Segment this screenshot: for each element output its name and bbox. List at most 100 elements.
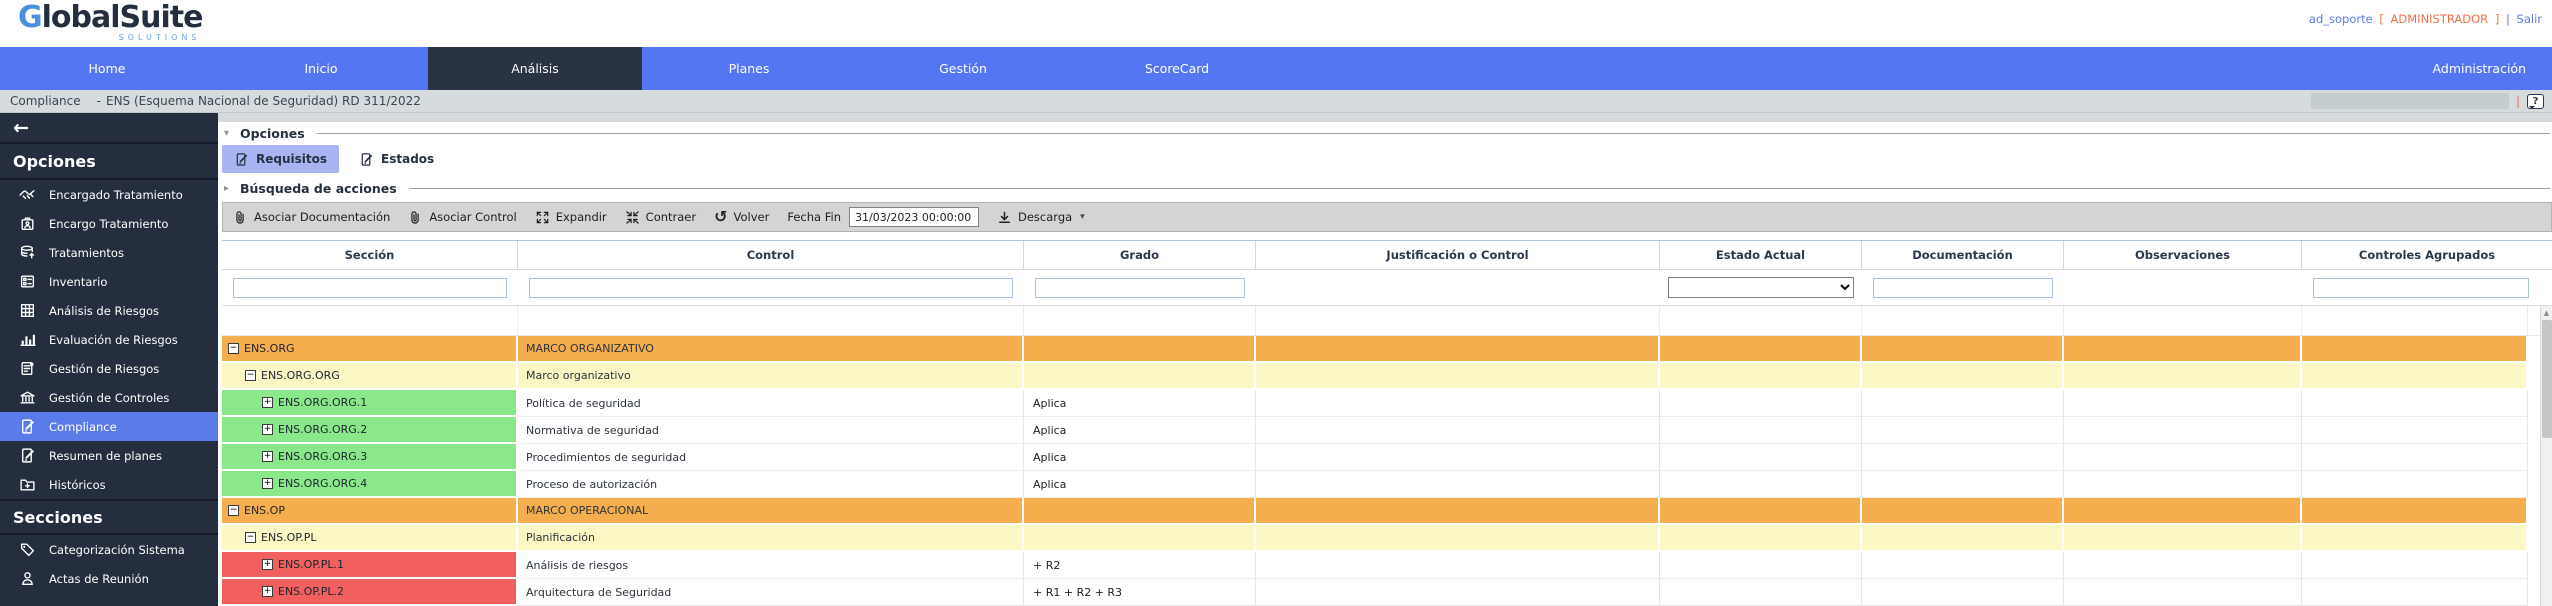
scroll-up-icon[interactable]: ▲: [2541, 306, 2552, 319]
sidebar-item-tratamientos[interactable]: Tratamientos: [0, 238, 218, 267]
expand-row-icon[interactable]: +: [262, 586, 273, 597]
collapse-row-icon[interactable]: −: [245, 532, 256, 543]
sidebar-item-analisis-de-riesgos[interactable]: Análisis de Riesgos: [0, 296, 218, 325]
scrollbar-thumb[interactable]: [2542, 320, 2552, 438]
descarga-button[interactable]: Descarga ▾: [997, 210, 1085, 225]
help-icon[interactable]: ?: [2527, 93, 2544, 109]
expand-row-icon[interactable]: +: [262, 451, 273, 462]
grado-cell: Aplica: [1024, 417, 1256, 444]
sidebar-collapse-button[interactable]: ←: [0, 113, 218, 144]
seccion-cell: + ENS.ORG.ORG.1: [222, 390, 518, 417]
sidebar-item-gestion-de-controles[interactable]: Gestión de Controles: [0, 383, 218, 412]
doc-pencil-icon: [19, 418, 36, 435]
empty-cell: [1256, 306, 1660, 335]
collapse-row-icon[interactable]: −: [228, 505, 239, 516]
nav-item-inicio[interactable]: Inicio: [214, 47, 428, 90]
undo-icon: ↺: [714, 207, 728, 226]
doc-pencil-icon: [359, 152, 374, 167]
asociar-control-button[interactable]: Asociar Control: [408, 210, 517, 225]
sidebar-item-label: Gestión de Riesgos: [49, 361, 160, 376]
cell: [1256, 525, 1660, 552]
tab-estados[interactable]: Estados: [347, 145, 446, 173]
cell: [2064, 417, 2302, 444]
seccion-filter-input[interactable]: [233, 277, 507, 298]
control-cell: Análisis de riesgos: [518, 552, 1024, 579]
logo-rest: lobalSuite: [41, 0, 204, 35]
control-cell: Proceso de autorización: [518, 471, 1024, 498]
cell: [1660, 525, 1862, 552]
cell: [2064, 525, 2302, 552]
expand-row-icon[interactable]: +: [262, 424, 273, 435]
seccion-cell: + ENS.ORG.ORG.2: [222, 417, 518, 444]
volver-button[interactable]: ↺ Volver: [714, 209, 769, 225]
expand-row-icon[interactable]: +: [262, 397, 273, 408]
column-header-controles-agrupados: Controles Agrupados: [2358, 248, 2496, 262]
sidebar-item-actas-de-reunion[interactable]: Actas de Reunión: [0, 564, 218, 593]
sidebar-item-categorizacion-sistema[interactable]: Categorización Sistema: [0, 535, 218, 564]
globalsuite-logo: GlobalSuite SOLUTIONS: [18, 0, 204, 42]
download-icon: [997, 210, 1012, 225]
table-row: + ENS.ORG.ORG.4 Proceso de autorización Apl…: [222, 471, 2540, 498]
search-panel-label: Búsqueda de acciones: [240, 180, 397, 196]
sidebar-item-historicos[interactable]: Históricos: [0, 470, 218, 499]
grid-icon: [19, 302, 36, 319]
nav-item-administracion[interactable]: Administración: [2407, 47, 2552, 90]
documentacion-filter-input[interactable]: [1873, 277, 2053, 298]
expandir-button[interactable]: Expandir: [535, 210, 607, 225]
sidebar-item-compliance[interactable]: Compliance: [0, 412, 218, 441]
contract-icon: [625, 210, 640, 225]
sidebar-item-inventario[interactable]: Inventario: [0, 267, 218, 296]
vertical-scrollbar[interactable]: ▲: [2540, 306, 2552, 606]
collapse-row-icon[interactable]: −: [228, 343, 239, 354]
cell: [2064, 363, 2302, 390]
toolbar-button-label: Contraer: [645, 210, 697, 224]
sidebar-item-encargado-tratamiento[interactable]: Encargado Tratamiento: [0, 180, 218, 209]
cell: [2064, 498, 2302, 525]
grado-cell: + R1 + R2 + R3: [1024, 579, 1256, 606]
control-label: MARCO ORGANIZATIVO: [526, 342, 654, 355]
contraer-button[interactable]: Contraer: [625, 210, 696, 225]
options-panel-label: Opciones: [240, 125, 305, 141]
fecha-fin-input[interactable]: [849, 207, 979, 227]
sidebar: ← Opciones Encargado Tratamiento Encargo T…: [0, 113, 218, 606]
nav-item-planes[interactable]: Planes: [642, 47, 856, 90]
table-row: + ENS.OP.PL.2 Arquitectura de Seguridad + R…: [222, 579, 2540, 606]
cell: [1660, 579, 1862, 606]
tab-requisitos[interactable]: Requisitos: [222, 145, 340, 173]
estado-actual-filter-select[interactable]: [1668, 277, 1854, 298]
table-row: + ENS.ORG.ORG.2 Normativa de seguridad Apli…: [222, 417, 2540, 444]
sidebar-item-resumen-de-planes[interactable]: Resumen de planes: [0, 441, 218, 470]
sidebar-item-gestion-de-riesgos[interactable]: Gestión de Riesgos: [0, 354, 218, 383]
options-panel-header[interactable]: ▾ Opciones: [222, 122, 2552, 144]
asociar-documentacion-button[interactable]: Asociar Documentación: [233, 210, 390, 225]
expand-row-icon[interactable]: +: [262, 559, 273, 570]
breadcrumb-separator: -: [96, 94, 101, 108]
search-panel-header[interactable]: ▸ Búsqueda de acciones: [222, 178, 2552, 198]
filter-cell-justificacion-o-control: [1256, 270, 1660, 305]
expand-row-icon[interactable]: +: [262, 478, 273, 489]
seccion-cell: − ENS.OP.PL: [222, 525, 518, 552]
column-header-control: Control: [518, 241, 1024, 269]
sidebar-item-evaluacion-de-riesgos[interactable]: Evaluación de Riesgos: [0, 325, 218, 354]
nav-item-gestion[interactable]: Gestión: [856, 47, 1070, 90]
logout-link[interactable]: Salir: [2517, 12, 2542, 26]
control-cell: MARCO OPERACIONAL: [518, 498, 1024, 525]
sidebar-item-label: Encargado Tratamiento: [49, 187, 183, 202]
sidebar-item-label: Gestión de Controles: [49, 390, 170, 405]
sidebar-item-encargo-tratamiento[interactable]: Encargo Tratamiento: [0, 209, 218, 238]
control-cell: Arquitectura de Seguridad: [518, 579, 1024, 606]
empty-cell: [1024, 306, 1256, 335]
control-filter-input[interactable]: [529, 277, 1013, 298]
nav-item-analisis[interactable]: Análisis: [428, 47, 642, 90]
empty-cell: [518, 306, 1024, 335]
control-label: Procedimientos de seguridad: [526, 450, 687, 464]
seccion-cell: − ENS.ORG: [222, 336, 518, 363]
grado-filter-input[interactable]: [1035, 277, 1245, 298]
username: ad_soporte: [2308, 12, 2373, 26]
controles-agrupados-filter-input[interactable]: [2313, 277, 2529, 298]
nav-item-scorecard[interactable]: ScoreCard: [1070, 47, 1284, 90]
collapse-row-icon[interactable]: −: [245, 370, 256, 381]
user-bar: ad_soporte [ ADMINISTRADOR ] | Salir: [2306, 12, 2542, 26]
nav-item-home[interactable]: Home: [0, 47, 214, 90]
control-label: Análisis de riesgos: [526, 558, 629, 572]
